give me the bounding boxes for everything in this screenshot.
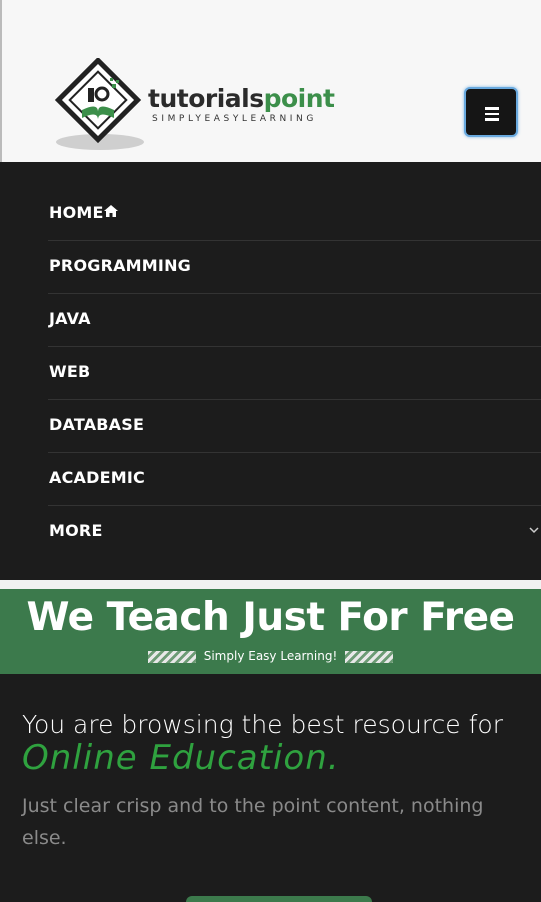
banner-title: We Teach Just For Free xyxy=(26,595,515,640)
nav-item-label: MORE xyxy=(49,521,103,540)
nav-item-programming[interactable]: PROGRAMMING xyxy=(48,240,541,292)
tutorialspoint-logo[interactable]: tutorialspoint SIMPLYEASYLEARNING xyxy=(52,58,372,154)
logo-wordmark-part1: tutorials xyxy=(148,84,264,113)
logo-tagline: SIMPLYEASYLEARNING xyxy=(152,114,317,124)
banner-subtitle: Simply Easy Learning! xyxy=(203,649,338,663)
cta-button[interactable] xyxy=(186,896,372,902)
nav-item-label: DATABASE xyxy=(49,415,145,434)
section-divider xyxy=(0,580,541,589)
logo-wordmark-part2: point xyxy=(263,84,335,113)
hero-description: Just clear crisp and to the point conten… xyxy=(22,795,484,849)
banner-subtitle-row: Simply Easy Learning! xyxy=(0,649,541,663)
hamburger-icon xyxy=(485,107,499,124)
chevron-down-icon xyxy=(529,527,539,534)
hero-heading: You are browsing the best resource for xyxy=(22,710,503,739)
main-nav: HOME PROGRAMMING JAVA WEB DATABASE ACADE… xyxy=(0,162,541,580)
nav-item-java[interactable]: JAVA xyxy=(48,293,541,345)
home-icon xyxy=(104,205,118,217)
nav-item-web[interactable]: WEB xyxy=(48,346,541,398)
promo-banner: We Teach Just For Free Simply Easy Learn… xyxy=(0,589,541,674)
nav-item-label: PROGRAMMING xyxy=(49,256,192,275)
stripe-decoration xyxy=(345,650,394,663)
nav-item-label: ACADEMIC xyxy=(49,468,145,487)
hero-highlight: Online Education. xyxy=(22,738,340,778)
nav-item-label: HOME xyxy=(49,203,104,222)
stripe-decoration xyxy=(147,650,196,663)
menu-toggle-button[interactable] xyxy=(464,87,518,137)
top-header: tutorialspoint SIMPLYEASYLEARNING xyxy=(0,0,541,162)
hero-section: You are browsing the best resource for O… xyxy=(0,674,541,902)
logo-mark-icon xyxy=(54,58,144,150)
nav-item-more[interactable]: MORE xyxy=(48,505,541,557)
nav-item-label: JAVA xyxy=(49,309,91,328)
nav-item-label: WEB xyxy=(49,362,91,381)
nav-item-academic[interactable]: ACADEMIC xyxy=(48,452,541,504)
nav-item-home[interactable]: HOME xyxy=(48,188,541,240)
nav-item-database[interactable]: DATABASE xyxy=(48,399,541,451)
logo-wordmark: tutorialspoint xyxy=(148,84,335,113)
